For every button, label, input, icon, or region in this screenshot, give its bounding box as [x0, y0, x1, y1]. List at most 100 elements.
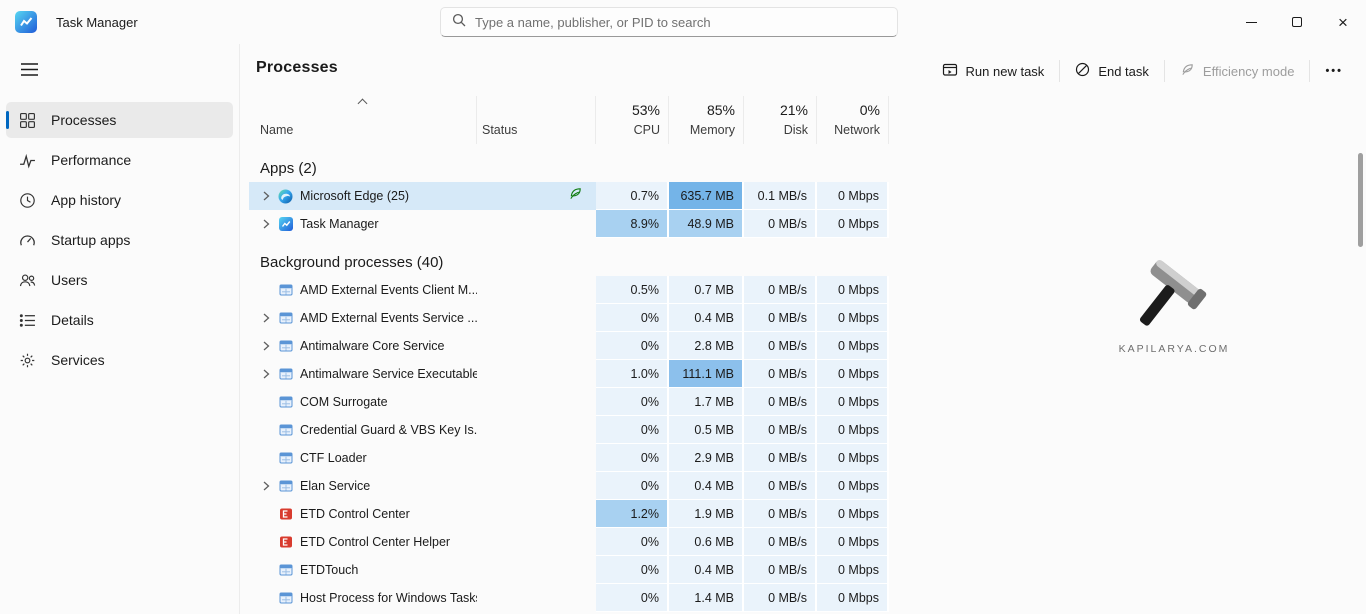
- table-row[interactable]: ETD Control Center Helper 0% 0.6 MB 0 MB…: [249, 528, 1366, 556]
- table-row[interactable]: Antimalware Service Executable 1.0% 111.…: [249, 360, 1366, 388]
- memory-cell: 2.9 MB: [669, 444, 744, 472]
- table-row[interactable]: AMD External Events Service ... 0% 0.4 M…: [249, 304, 1366, 332]
- process-name: Antimalware Service Executable: [300, 367, 477, 381]
- close-button[interactable]: ×: [1320, 0, 1366, 44]
- efficiency-mode-button[interactable]: Efficiency mode: [1167, 55, 1308, 87]
- process-name: Host Process for Windows Tasks: [300, 591, 477, 605]
- sidebar-item-processes[interactable]: Processes: [6, 102, 233, 138]
- column-header-name[interactable]: Name: [249, 96, 477, 144]
- chevron-right-icon[interactable]: [260, 369, 271, 380]
- process-icon: [278, 535, 293, 550]
- disk-cell: 0 MB/s: [744, 388, 817, 416]
- process-name-cell[interactable]: Host Process for Windows Tasks: [249, 584, 477, 612]
- disk-cell: 0 MB/s: [744, 416, 817, 444]
- close-icon: ×: [1338, 14, 1348, 31]
- search-box[interactable]: [440, 7, 898, 37]
- table-row[interactable]: COM Surrogate 0% 1.7 MB 0 MB/s 0 Mbps: [249, 388, 1366, 416]
- vertical-scrollbar-thumb[interactable]: [1358, 153, 1363, 247]
- cpu-cell: 0%: [596, 444, 669, 472]
- sidebar-item-label: App history: [51, 192, 121, 208]
- group-header[interactable]: Apps (2): [260, 160, 317, 177]
- sidebar-item-performance[interactable]: Performance: [6, 142, 233, 178]
- process-name-cell[interactable]: Elan Service: [249, 472, 477, 500]
- column-header-network[interactable]: 0% Network: [817, 96, 889, 144]
- process-name-cell[interactable]: ETD Control Center: [249, 500, 477, 528]
- process-name-cell[interactable]: Microsoft Edge (25): [249, 182, 477, 210]
- minimize-button[interactable]: [1228, 0, 1274, 44]
- column-header-status[interactable]: Status: [477, 96, 596, 144]
- process-status-cell: [477, 584, 596, 612]
- process-name: ETDTouch: [300, 563, 358, 577]
- sidebar-item-details[interactable]: Details: [6, 302, 233, 338]
- memory-cell: 0.4 MB: [669, 472, 744, 500]
- process-name-cell[interactable]: Task Manager: [249, 210, 477, 238]
- cpu-cell: 0%: [596, 304, 669, 332]
- process-name-cell[interactable]: ETD Control Center Helper: [249, 528, 477, 556]
- performance-icon: [19, 152, 36, 169]
- processes-icon: [19, 112, 36, 129]
- disk-cell: 0 MB/s: [744, 276, 817, 304]
- network-cell: 0 Mbps: [817, 388, 889, 416]
- process-name-cell[interactable]: Antimalware Service Executable: [249, 360, 477, 388]
- process-name-cell[interactable]: AMD External Events Service ...: [249, 304, 477, 332]
- cpu-cell: 0%: [596, 388, 669, 416]
- column-header-memory[interactable]: 85% Memory: [669, 96, 744, 144]
- sidebar-item-label: Users: [51, 272, 88, 288]
- process-status-cell: [477, 304, 596, 332]
- sidebar-item-app-history[interactable]: App history: [6, 182, 233, 218]
- group-header[interactable]: Background processes (40): [260, 254, 443, 271]
- sidebar-item-startup-apps[interactable]: Startup apps: [6, 222, 233, 258]
- navigation-menu-button[interactable]: [10, 54, 48, 88]
- search-input[interactable]: [475, 15, 886, 30]
- process-name: AMD External Events Service ...: [300, 311, 477, 325]
- process-name-cell[interactable]: ETDTouch: [249, 556, 477, 584]
- maximize-button[interactable]: [1274, 0, 1320, 44]
- cpu-cell: 0%: [596, 332, 669, 360]
- process-name: Elan Service: [300, 479, 370, 493]
- chevron-right-icon[interactable]: [260, 341, 271, 352]
- startup-apps-icon: [19, 232, 36, 249]
- table-row[interactable]: Elan Service 0% 0.4 MB 0 MB/s 0 Mbps: [249, 472, 1366, 500]
- column-header-cpu[interactable]: 53% CPU: [596, 96, 669, 144]
- process-icon: [278, 189, 293, 204]
- process-status-cell: [477, 472, 596, 500]
- network-cell: 0 Mbps: [817, 182, 889, 210]
- disk-cell: 0 MB/s: [744, 444, 817, 472]
- memory-cell: 1.4 MB: [669, 584, 744, 612]
- table-row[interactable]: ETDTouch 0% 0.4 MB 0 MB/s 0 Mbps: [249, 556, 1366, 584]
- memory-cell: 1.7 MB: [669, 388, 744, 416]
- process-name-cell[interactable]: CTF Loader: [249, 444, 477, 472]
- cpu-cell: 1.0%: [596, 360, 669, 388]
- process-name-cell[interactable]: COM Surrogate: [249, 388, 477, 416]
- table-row[interactable]: Microsoft Edge (25) 0.7% 635.7 MB 0.1 MB…: [249, 182, 1366, 210]
- network-cell: 0 Mbps: [817, 500, 889, 528]
- memory-cell: 0.5 MB: [669, 416, 744, 444]
- process-icon: [278, 479, 293, 494]
- table-row[interactable]: ETD Control Center 1.2% 1.9 MB 0 MB/s 0 …: [249, 500, 1366, 528]
- table-row[interactable]: Task Manager 8.9% 48.9 MB 0 MB/s 0 Mbps: [249, 210, 1366, 238]
- chevron-right-icon[interactable]: [260, 313, 271, 324]
- disk-cell: 0 MB/s: [744, 360, 817, 388]
- sidebar-item-services[interactable]: Services: [6, 342, 233, 378]
- chevron-right-icon[interactable]: [260, 481, 271, 492]
- end-task-button[interactable]: End task: [1062, 55, 1162, 87]
- chevron-right-icon[interactable]: [260, 191, 271, 202]
- sidebar-item-label: Startup apps: [51, 232, 130, 248]
- table-row[interactable]: AMD External Events Client M... 0.5% 0.7…: [249, 276, 1366, 304]
- table-row[interactable]: Antimalware Core Service 0% 2.8 MB 0 MB/…: [249, 332, 1366, 360]
- process-table: Name Status 53% CPU 85% Memory 21% Disk …: [249, 96, 1366, 614]
- run-new-task-button[interactable]: Run new task: [929, 55, 1058, 87]
- column-header-disk[interactable]: 21% Disk: [744, 96, 817, 144]
- process-status-cell: [477, 332, 596, 360]
- process-name-cell[interactable]: Credential Guard & VBS Key Is...: [249, 416, 477, 444]
- process-name-cell[interactable]: AMD External Events Client M...: [249, 276, 477, 304]
- process-icon: [278, 283, 293, 298]
- table-row[interactable]: CTF Loader 0% 2.9 MB 0 MB/s 0 Mbps: [249, 444, 1366, 472]
- table-row[interactable]: Host Process for Windows Tasks 0% 1.4 MB…: [249, 584, 1366, 612]
- chevron-right-icon[interactable]: [260, 219, 271, 230]
- more-options-button[interactable]: •••: [1312, 55, 1356, 87]
- window-title: Task Manager: [56, 15, 138, 30]
- table-row[interactable]: Credential Guard & VBS Key Is... 0% 0.5 …: [249, 416, 1366, 444]
- process-name-cell[interactable]: Antimalware Core Service: [249, 332, 477, 360]
- sidebar-item-users[interactable]: Users: [6, 262, 233, 298]
